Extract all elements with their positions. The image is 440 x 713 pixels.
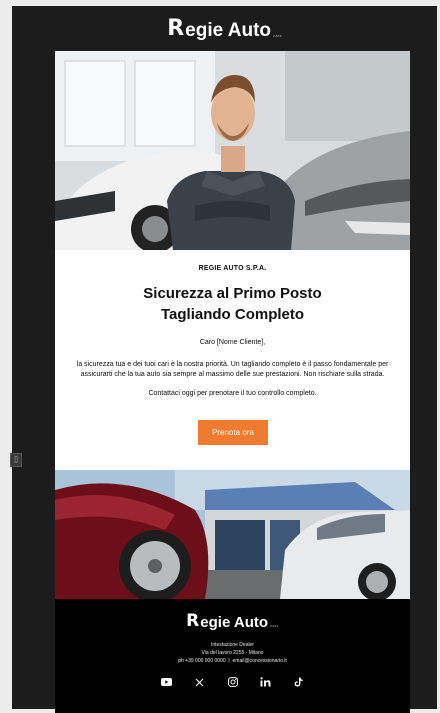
brand-header: R egie Auto cars	[12, 6, 437, 51]
social-links	[55, 675, 410, 689]
greeting-text: Caro [Nome Cliente],	[199, 339, 266, 346]
email-content: REGIE AUTO S.P.A. Sicurezza al Primo Pos…	[55, 250, 410, 470]
showroom-image	[55, 470, 410, 599]
email-canvas: REGIE AUTO S.P.A. Sicurezza al Primo Pos…	[55, 51, 410, 713]
brand-initial: R	[167, 15, 185, 41]
body-line-2: assicurarti che la tua auto sia sempre a…	[80, 371, 385, 378]
showroom-illustration	[55, 470, 410, 599]
contact-separator: |	[228, 658, 230, 664]
linkedin-icon[interactable]	[259, 675, 273, 689]
footer-logo[interactable]: R egie Auto cars	[55, 611, 410, 631]
dealer-header: Intestazione Dealer	[210, 642, 255, 648]
cta-prompt-text: Contattaci oggi per prenotare il tuo con…	[148, 390, 317, 397]
company-name: REGIE AUTO S.P.A.	[198, 265, 267, 272]
hero-illustration	[55, 51, 410, 250]
body-text: la sicurezza tua e dei tuoi cari è la no…	[67, 360, 398, 380]
dealer-email[interactable]: email@concessionario.it	[233, 658, 287, 664]
instagram-icon[interactable]	[226, 675, 240, 689]
brand-logo[interactable]: R egie Auto cars	[167, 15, 282, 41]
footer-brand-initial: R	[186, 611, 200, 631]
footer-brand-name: egie Auto	[200, 614, 269, 631]
book-now-button[interactable]: Prenota ora	[198, 420, 268, 445]
brand-tagline: cars	[273, 32, 282, 38]
canvas-left-margin	[0, 0, 12, 713]
headline-line-2: Tagliando Completo	[160, 306, 305, 323]
email-headline: Sicurezza al Primo Posto Tagliando Compl…	[55, 283, 410, 325]
hero-image	[55, 51, 410, 250]
email-footer: R egie Auto cars Intestazione Dealer Via…	[55, 599, 410, 713]
footer-brand-tagline: cars	[270, 623, 279, 628]
headline-line-1: Sicurezza al Primo Posto	[143, 285, 322, 302]
footer-logo-mark: R egie Auto cars	[186, 611, 279, 631]
youtube-icon[interactable]	[160, 675, 174, 689]
body-line-1: la sicurezza tua e dei tuoi cari è la no…	[76, 361, 389, 368]
x-icon[interactable]	[193, 675, 207, 689]
dealer-address: Via del lavoro 2255 - Milano	[201, 650, 264, 656]
dealer-contacts: ph +39 000 000 0000 | email@concessionar…	[55, 658, 410, 664]
brand-name: egie Auto	[185, 19, 272, 41]
tiktok-icon[interactable]	[292, 675, 306, 689]
dealer-phone: ph +39 000 000 0000	[178, 658, 226, 664]
side-panel-handle[interactable]: ⌷	[10, 453, 22, 467]
